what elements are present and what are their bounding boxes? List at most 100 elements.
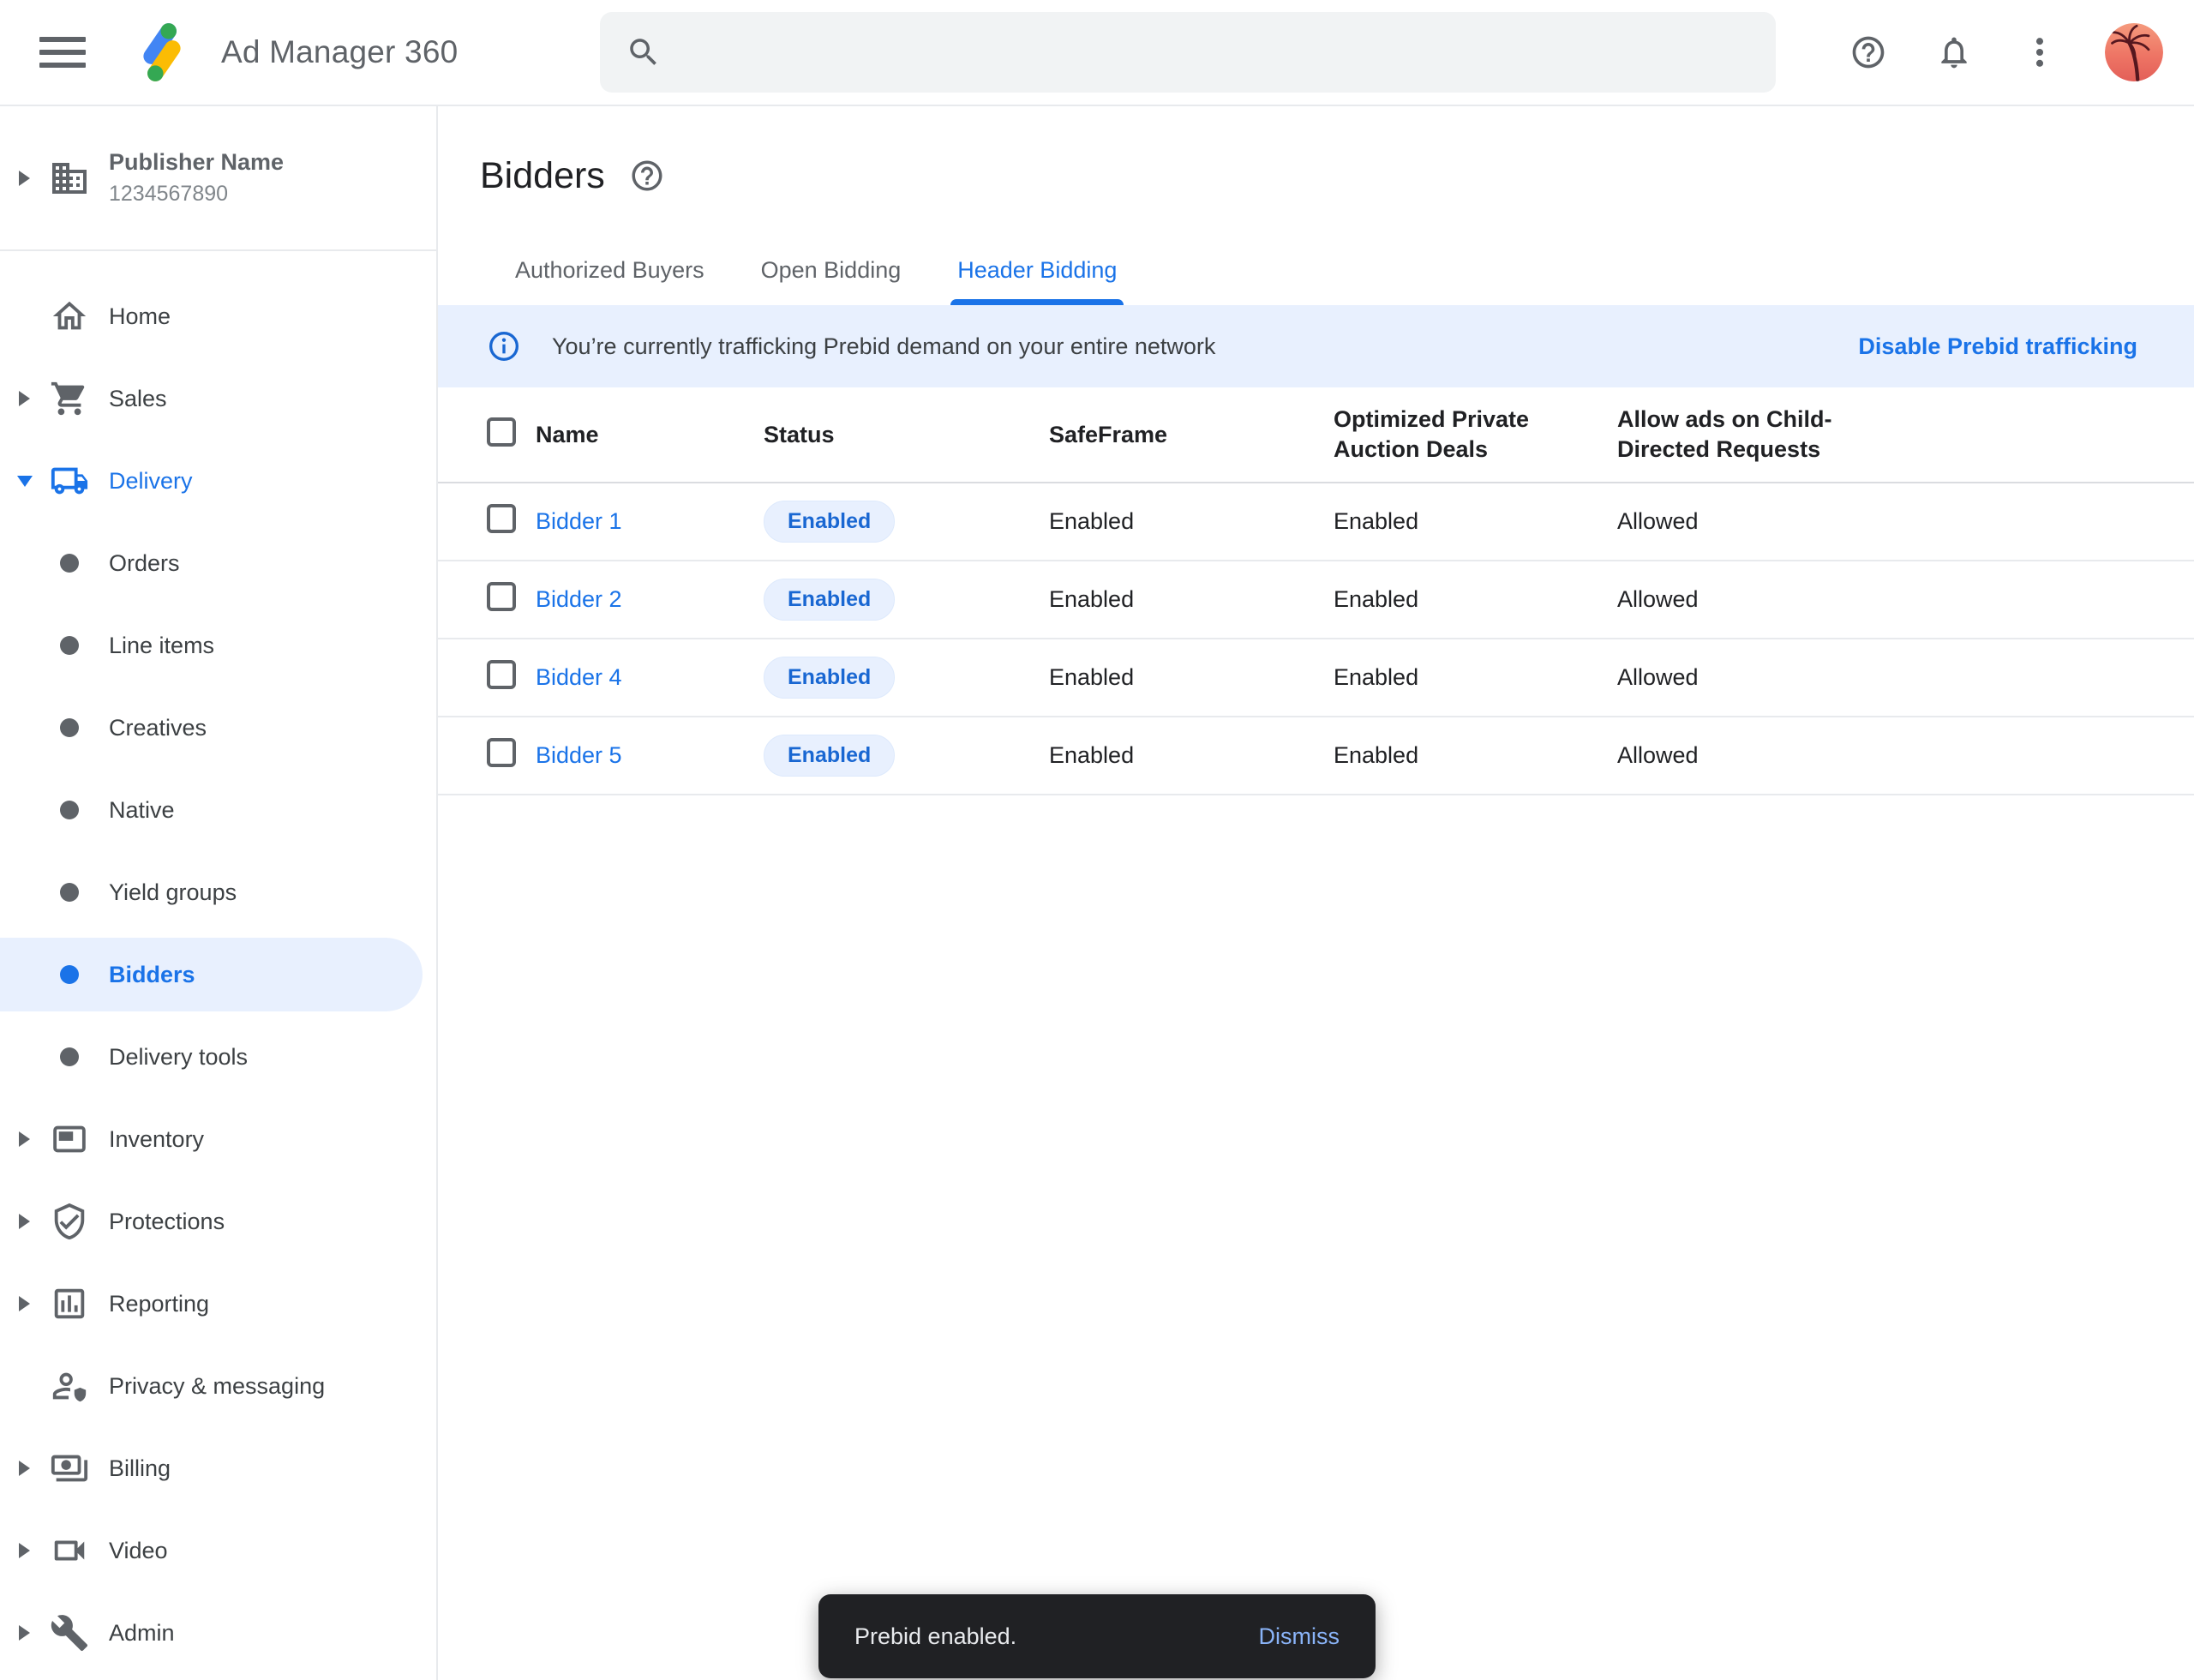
page-help-icon[interactable] (629, 158, 665, 194)
sidebar-item-delivery[interactable]: Delivery (0, 440, 436, 522)
tab-header-bidding[interactable]: Header Bidding (940, 237, 1134, 305)
bar-chart-icon (49, 1283, 90, 1324)
sidebar-item-label: Sales (109, 386, 167, 412)
sidebar-item-native[interactable]: Native (0, 769, 436, 851)
avatar[interactable] (2105, 23, 2163, 81)
cart-icon (49, 378, 90, 419)
column-header-private-auction: Optimized Private Auction Deals (1334, 405, 1552, 465)
column-header-name: Name (536, 422, 764, 448)
sidebar-item-billing[interactable]: Billing (0, 1427, 436, 1509)
child-directed-value: Allowed (1617, 586, 2194, 613)
sidebar-item-label: Video (109, 1538, 168, 1564)
sidebar-item-label: Protections (109, 1209, 225, 1235)
tab-authorized-buyers[interactable]: Authorized Buyers (498, 237, 722, 305)
sidebar-item-label: Privacy & messaging (109, 1373, 325, 1400)
chevron-right-icon[interactable] (0, 1214, 49, 1229)
status-badge: Enabled (764, 657, 895, 699)
sidebar-item-label: Creatives (109, 715, 207, 741)
bullet-icon (60, 965, 79, 984)
private-auction-value: Enabled (1334, 508, 1617, 535)
sidebar-item-reporting[interactable]: Reporting (0, 1263, 436, 1345)
publisher-switcher[interactable]: Publisher Name 1234567890 (0, 106, 436, 251)
notifications-bell-icon[interactable] (1933, 32, 1975, 73)
sidebar-item-yield-groups[interactable]: Yield groups (0, 851, 436, 933)
chevron-right-icon[interactable] (0, 1625, 49, 1641)
sidebar-item-label: Reporting (109, 1291, 209, 1317)
private-auction-value: Enabled (1334, 664, 1617, 691)
tab-open-bidding[interactable]: Open Bidding (744, 237, 919, 305)
sidebar-item-label: Inventory (109, 1126, 204, 1153)
bullet-icon (60, 718, 79, 737)
bidder-link[interactable]: Bidder 5 (536, 742, 622, 768)
sidebar-item-admin[interactable]: Admin (0, 1592, 436, 1674)
select-row-checkbox[interactable] (487, 504, 516, 533)
main-content: Bidders Authorized Buyers Open Bidding H… (438, 106, 2194, 1680)
bidder-link[interactable]: Bidder 1 (536, 508, 622, 534)
select-row-checkbox[interactable] (487, 582, 516, 611)
menu-icon[interactable] (39, 33, 87, 72)
table-row: Bidder 5 Enabled Enabled Enabled Allowed (438, 717, 2194, 795)
sidebar-item-creatives[interactable]: Creatives (0, 687, 436, 769)
overflow-menu-icon[interactable] (2019, 32, 2060, 73)
chevron-right-icon[interactable] (0, 1543, 49, 1558)
table-row: Bidder 4 Enabled Enabled Enabled Allowed (438, 639, 2194, 717)
chevron-right-icon[interactable] (0, 1131, 49, 1147)
bullet-icon (60, 1047, 79, 1066)
publisher-id: 1234567890 (109, 182, 284, 207)
sidebar-nav: Home Sales Delivery Orders (0, 251, 436, 1674)
sidebar-item-bidders[interactable]: Bidders (0, 933, 436, 1016)
topbar-actions (1848, 23, 2194, 81)
safeframe-value: Enabled (1049, 586, 1334, 613)
snackbar-message: Prebid enabled. (854, 1623, 1016, 1650)
product-name: Ad Manager 360 (221, 34, 458, 70)
app-root: Ad Manager 360 (0, 0, 2194, 1680)
bullet-icon (60, 801, 79, 819)
chevron-down-icon[interactable] (0, 476, 49, 487)
sidebar-item-delivery-tools[interactable]: Delivery tools (0, 1016, 436, 1098)
sidebar-item-sales[interactable]: Sales (0, 357, 436, 440)
help-icon[interactable] (1848, 32, 1889, 73)
private-auction-value: Enabled (1334, 586, 1617, 613)
top-app-bar: Ad Manager 360 (0, 0, 2194, 106)
ad-manager-logo-icon (130, 21, 194, 84)
sidebar-item-home[interactable]: Home (0, 275, 436, 357)
info-banner: You’re currently trafficking Prebid dema… (438, 305, 2194, 387)
publisher-expand-chevron-icon[interactable] (0, 171, 49, 186)
chevron-right-icon[interactable] (0, 1296, 49, 1311)
videocam-icon (49, 1530, 90, 1571)
brand: Ad Manager 360 (130, 21, 458, 84)
status-badge: Enabled (764, 735, 895, 777)
search-input[interactable] (682, 38, 1750, 67)
sidebar-item-orders[interactable]: Orders (0, 522, 436, 604)
sidebar-item-label: Orders (109, 550, 180, 577)
bidders-table: Name Status SafeFrame Optimized Private … (438, 387, 2194, 795)
sidebar-item-privacy-messaging[interactable]: Privacy & messaging (0, 1345, 436, 1427)
sidebar-item-video[interactable]: Video (0, 1509, 436, 1592)
bullet-icon (60, 883, 79, 902)
sidebar-item-protections[interactable]: Protections (0, 1180, 436, 1263)
sidebar-item-label: Home (109, 303, 171, 330)
search-bar[interactable] (600, 12, 1776, 93)
page-head: Bidders (480, 154, 2194, 197)
chevron-right-icon[interactable] (0, 391, 49, 406)
safeframe-value: Enabled (1049, 742, 1334, 769)
dismiss-button[interactable]: Dismiss (1259, 1623, 1340, 1650)
page-title: Bidders (480, 154, 605, 197)
child-directed-value: Allowed (1617, 742, 2194, 769)
select-all-checkbox[interactable] (487, 417, 516, 447)
select-row-checkbox[interactable] (487, 738, 516, 767)
select-row-checkbox[interactable] (487, 660, 516, 689)
shield-check-icon (49, 1201, 90, 1242)
disable-prebid-trafficking-link[interactable]: Disable Prebid trafficking (1858, 333, 2137, 360)
table-row: Bidder 1 Enabled Enabled Enabled Allowed (438, 483, 2194, 561)
sidebar: Publisher Name 1234567890 Home Sales (0, 106, 438, 1680)
sidebar-item-inventory[interactable]: Inventory (0, 1098, 436, 1180)
sidebar-item-label: Delivery (109, 468, 193, 495)
search-icon (626, 34, 662, 70)
sidebar-item-label: Bidders (109, 962, 195, 988)
chevron-right-icon[interactable] (0, 1461, 49, 1476)
sidebar-item-label: Line items (109, 633, 214, 659)
bidder-link[interactable]: Bidder 2 (536, 586, 622, 612)
sidebar-item-line-items[interactable]: Line items (0, 604, 436, 687)
bidder-link[interactable]: Bidder 4 (536, 664, 622, 690)
